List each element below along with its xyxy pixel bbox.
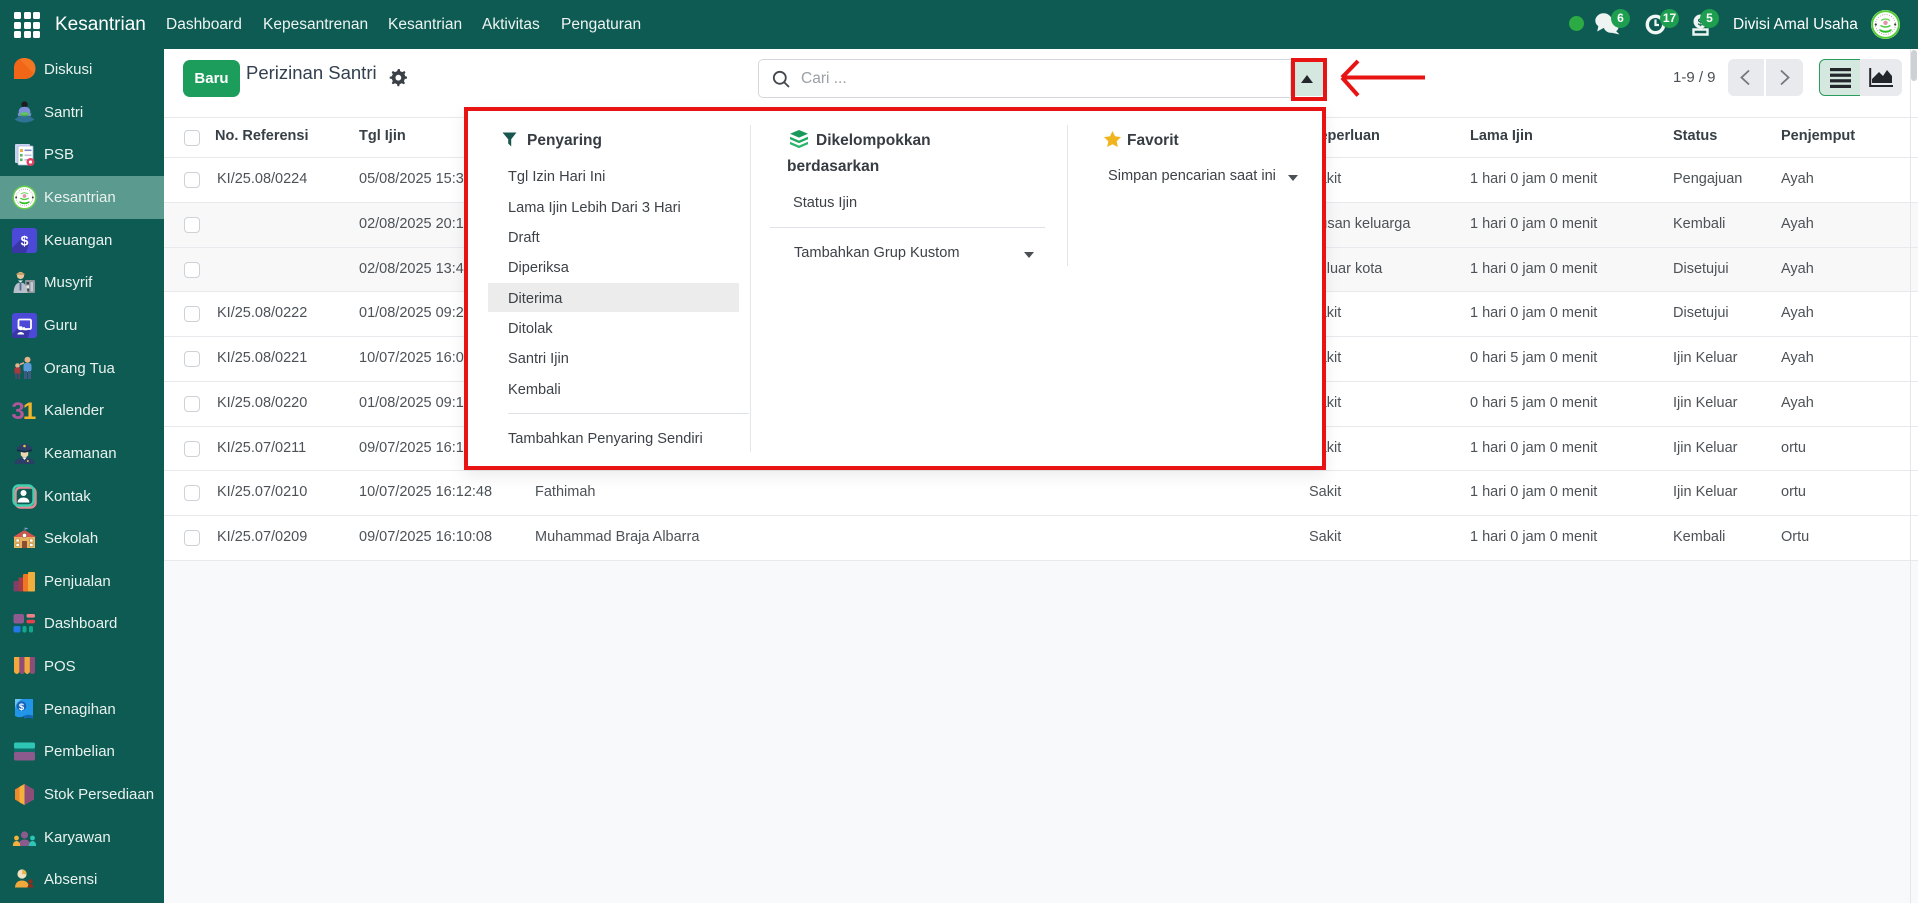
svg-text:$: $ (19, 702, 25, 713)
svg-text:1: 1 (23, 398, 36, 423)
svg-text:$: $ (21, 232, 29, 248)
